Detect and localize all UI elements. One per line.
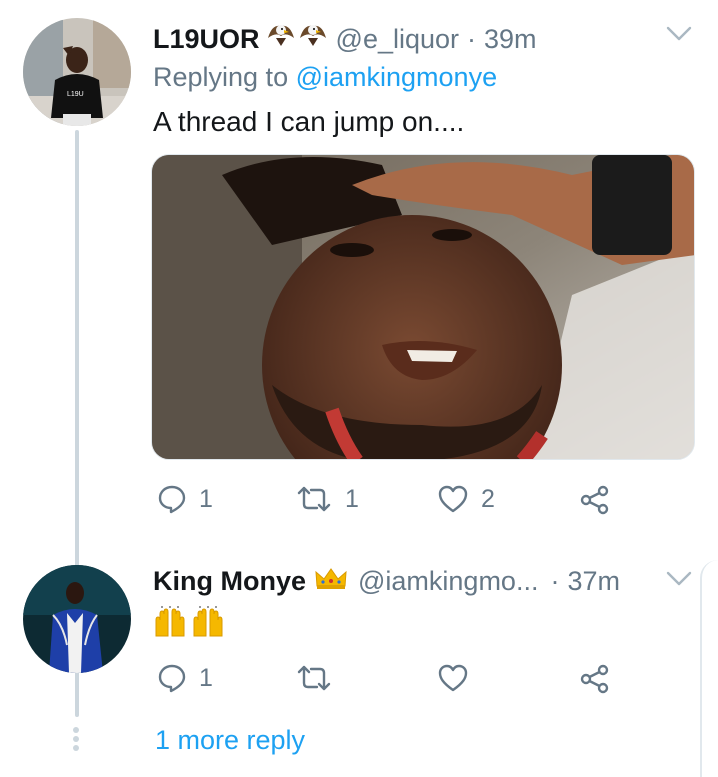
- handle[interactable]: @iamkingmo...: [358, 566, 538, 597]
- raising-hands-emoji: [190, 606, 226, 645]
- reply-count: 1: [199, 484, 213, 513]
- more-replies-link[interactable]: 1 more reply: [155, 725, 305, 756]
- separator: ·: [550, 566, 560, 596]
- chevron-down-icon[interactable]: [666, 571, 692, 592]
- display-name[interactable]: L19UOR: [153, 24, 260, 55]
- replying-handle-link[interactable]: @iamkingmonye: [296, 62, 498, 92]
- svg-text:L19U: L19U: [67, 91, 84, 98]
- share-icon: [579, 484, 611, 516]
- eagle-emoji: [298, 20, 328, 53]
- adjacent-card-edge: [700, 560, 718, 777]
- crown-emoji: [314, 566, 348, 595]
- handle[interactable]: @e_liquor: [336, 24, 459, 55]
- tweet-header: King Monye @iamkingmo... · 37m: [153, 566, 620, 597]
- avatar[interactable]: [23, 565, 131, 673]
- reply-icon: [157, 484, 187, 514]
- thread-continuation-dots: [73, 727, 79, 754]
- tweet-header: L19UOR @e_liquor · 39m: [153, 20, 537, 55]
- timestamp[interactable]: 39m: [484, 24, 537, 55]
- tweet-text: [152, 606, 226, 645]
- retweet-icon: [295, 484, 333, 514]
- retweet-button[interactable]: 1: [295, 484, 359, 514]
- replying-to: Replying to @iamkingmonye: [153, 62, 497, 93]
- reply-count: 1: [199, 663, 213, 692]
- replying-prefix: Replying to: [153, 62, 296, 92]
- like-button[interactable]: 2: [437, 484, 495, 514]
- share-button[interactable]: [579, 484, 611, 516]
- like-button[interactable]: [437, 663, 481, 693]
- retweet-button[interactable]: [295, 663, 345, 693]
- heart-icon: [437, 484, 469, 514]
- tweet-photo[interactable]: [151, 154, 695, 460]
- eagle-emoji: [266, 20, 296, 53]
- display-name[interactable]: King Monye: [153, 566, 306, 597]
- tweet-text: A thread I can jump on....: [153, 106, 465, 137]
- chevron-down-icon[interactable]: [666, 26, 692, 47]
- share-icon: [579, 663, 611, 695]
- like-count: 2: [481, 484, 495, 513]
- avatar[interactable]: L19U: [23, 18, 131, 126]
- reply-button[interactable]: 1: [157, 663, 213, 693]
- raising-hands-emoji: [152, 606, 188, 645]
- timestamp[interactable]: 37m: [567, 566, 620, 597]
- separator: ·: [467, 24, 477, 54]
- reply-button[interactable]: 1: [157, 484, 213, 514]
- share-button[interactable]: [579, 663, 611, 695]
- retweet-count: 1: [345, 484, 359, 513]
- retweet-icon: [295, 663, 333, 693]
- heart-icon: [437, 663, 469, 693]
- reply-icon: [157, 663, 187, 693]
